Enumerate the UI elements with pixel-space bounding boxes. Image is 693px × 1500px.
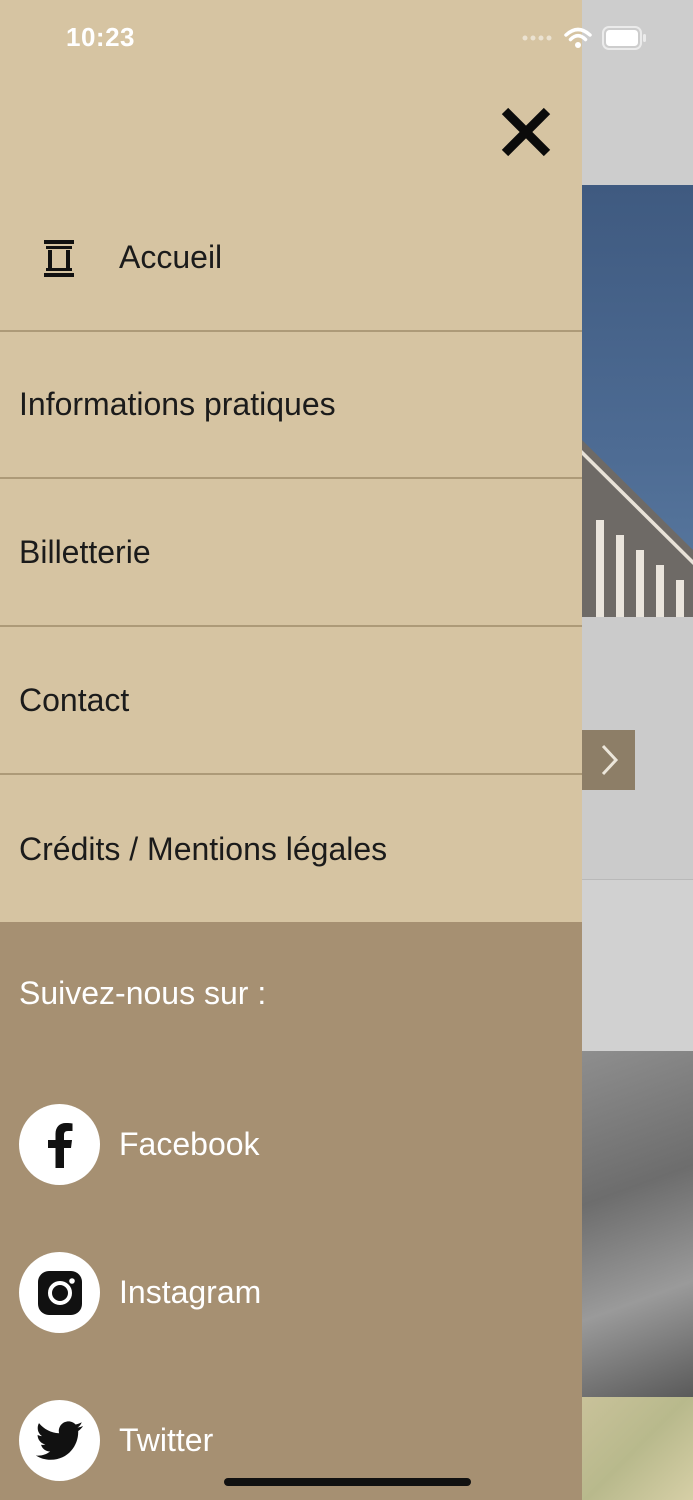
status-time: 10:23 <box>66 22 135 52</box>
carousel-next-button[interactable] <box>582 730 635 790</box>
status-icons <box>522 26 646 50</box>
social-link-twitter[interactable]: Twitter <box>19 1400 213 1481</box>
menu-item-label: Informations pratiques <box>19 386 336 422</box>
menu-item-accueil[interactable]: Accueil <box>0 185 582 332</box>
social-link-label: Twitter <box>119 1422 214 1458</box>
social-section-title: Suivez-nous sur : <box>19 975 267 1011</box>
menu-item-informations-pratiques[interactable]: Informations pratiques <box>0 332 582 479</box>
background-map-image <box>582 1397 693 1500</box>
battery-icon <box>602 26 646 50</box>
museum-icon <box>44 240 74 277</box>
signal-icon <box>522 35 552 41</box>
chevron-right-icon <box>601 744 618 776</box>
background-app-content <box>582 0 693 1500</box>
home-indicator[interactable] <box>224 1478 471 1486</box>
social-link-facebook[interactable]: Facebook <box>19 1104 260 1185</box>
menu-item-contact[interactable]: Contact <box>0 628 582 775</box>
social-link-label: Instagram <box>119 1274 262 1310</box>
close-icon[interactable] <box>498 104 554 160</box>
instagram-icon <box>19 1252 100 1333</box>
background-city-image <box>582 1051 693 1397</box>
menu-item-label: Accueil <box>119 239 223 275</box>
social-link-instagram[interactable]: Instagram <box>19 1252 261 1333</box>
twitter-icon <box>19 1400 100 1481</box>
facebook-icon <box>19 1104 100 1185</box>
menu-item-label: Crédits / Mentions légales <box>19 831 388 867</box>
social-link-label: Facebook <box>119 1126 260 1162</box>
menu-item-label: Billetterie <box>19 534 151 570</box>
menu-item-billetterie[interactable]: Billetterie <box>0 480 582 627</box>
side-drawer: 10:23 Accueil Informations pratiques Bil… <box>0 0 646 1500</box>
wifi-icon <box>564 27 592 48</box>
background-section <box>582 879 693 1052</box>
menu-item-credits[interactable]: Crédits / Mentions légales <box>0 776 582 923</box>
menu-item-label: Contact <box>19 682 130 718</box>
background-building-image <box>582 440 693 617</box>
